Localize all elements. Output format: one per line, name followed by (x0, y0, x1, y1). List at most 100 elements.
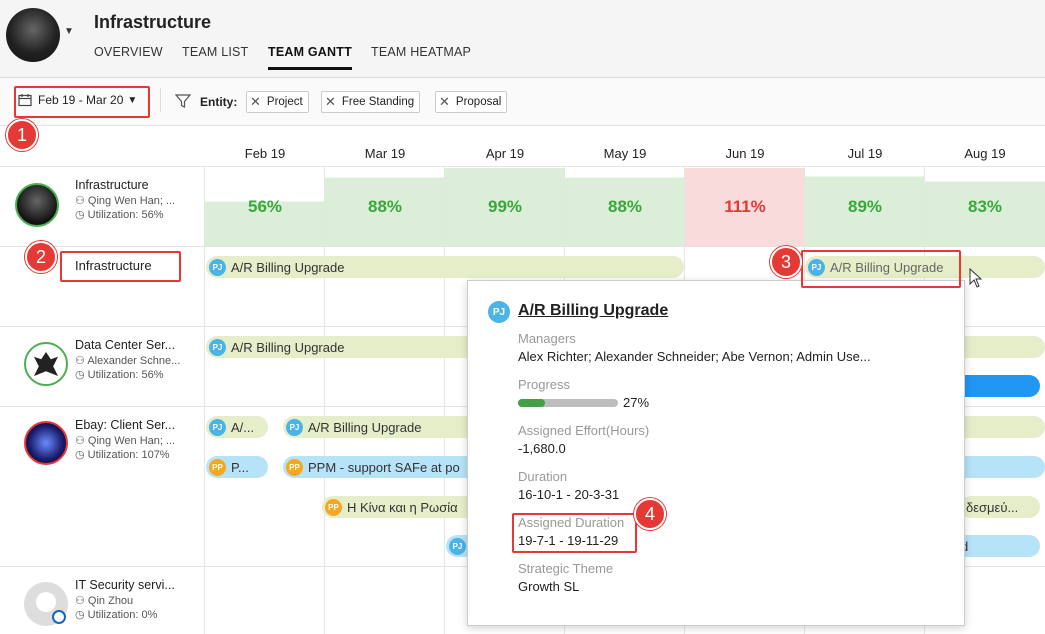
chevron-down-icon[interactable]: ▼ (64, 26, 74, 37)
person-icon: ⚇ (75, 595, 88, 607)
annotation-box (60, 251, 181, 282)
clock-icon: ◷ (75, 369, 88, 381)
tab-overview[interactable]: OVERVIEW (94, 45, 163, 67)
managers-value: Alex Richter; Alexander Schneider; Abe V… (518, 349, 871, 364)
utilization-cell: 111% (685, 168, 805, 246)
resource-utilization: ◷ Utilization: 56% (75, 209, 164, 221)
proposal-badge: PP (325, 498, 342, 516)
month-header: Jun 19 (725, 146, 765, 161)
annotation-box (512, 513, 637, 553)
annotation-badge: 1 (6, 119, 38, 151)
chip-label: Proposal (455, 96, 502, 108)
resource-utilization: ◷ Utilization: 0% (75, 609, 158, 621)
gantt-bar[interactable]: PJ A/R Billing Upgrade (206, 256, 684, 278)
divider (160, 88, 161, 112)
gantt-bar[interactable]: PP P... (206, 456, 268, 478)
progress-fill (518, 399, 545, 407)
resource-people: ⚇ Qin Zhou (75, 595, 134, 607)
bar-label: A/... (231, 419, 255, 435)
filter-icon[interactable] (175, 93, 191, 109)
project-badge: PJ (209, 418, 226, 436)
project-tooltip: PJ A/R Billing Upgrade Managers Alex Ric… (467, 280, 965, 626)
tooltip-title[interactable]: A/R Billing Upgrade (518, 302, 668, 320)
resource-name[interactable]: Ebay: Client Ser... (75, 418, 195, 432)
resource-people: ⚇ Qing Wen Han; ... (75, 435, 176, 447)
person-icon: ⚇ (75, 195, 88, 207)
grid-line (0, 246, 1045, 247)
clock-icon: ◷ (75, 609, 88, 621)
avatar[interactable] (15, 183, 59, 227)
progress-value: 27% (623, 395, 650, 410)
gantt-bar[interactable]: d (955, 535, 1040, 557)
chip-proposal[interactable]: ✕ Proposal (435, 91, 508, 113)
theme-value: Growth SL (518, 579, 580, 594)
month-header: Jul 19 (847, 146, 883, 161)
entity-label: Entity: (200, 95, 238, 109)
resource-utilization: ◷ Utilization: 107% (75, 449, 170, 461)
annotation-badge: 4 (634, 498, 666, 530)
bar-label: PPM - support SAFe at po (308, 459, 460, 475)
bar-label: Η Κίνα και η Ρωσία (347, 499, 458, 515)
month-header: Aug 19 (964, 146, 1006, 161)
month-header: May 19 (603, 146, 647, 161)
chip-free-standing[interactable]: ✕ Free Standing (321, 91, 421, 113)
month-header: Feb 19 (244, 146, 286, 161)
effort-label: Assigned Effort(Hours) (518, 423, 650, 438)
gantt-bar[interactable]: δεσμεύ... (960, 496, 1040, 518)
annotation-box (14, 86, 150, 118)
utilization-cell: 56% (205, 168, 325, 246)
utilization-cell: 88% (325, 168, 445, 246)
avatar[interactable] (24, 342, 68, 386)
tab-team-gantt[interactable]: TEAM GANTT (268, 45, 352, 70)
page-title: Infrastructure (94, 12, 212, 32)
grid-line (0, 166, 1045, 167)
close-icon[interactable]: ✕ (250, 94, 261, 110)
proposal-badge: PP (286, 458, 303, 476)
month-header: Apr 19 (485, 146, 525, 161)
person-icon: ⚇ (75, 355, 88, 367)
month-header: Mar 19 (364, 146, 406, 161)
filter-bar: Feb 19 - Mar 20 ▼ Entity: ✕ Project ✕ Free… (0, 78, 1045, 126)
clock-icon: ◷ (75, 209, 88, 221)
utilization-cell: 99% (445, 168, 565, 246)
tab-team-list[interactable]: TEAM LIST (182, 45, 248, 67)
bar-label: A/R Billing Upgrade (231, 339, 345, 355)
project-badge: PJ (286, 418, 303, 436)
resource-name[interactable]: Data Center Ser... (75, 338, 195, 352)
project-badge: PJ (449, 537, 466, 555)
utilization-cell: 83% (925, 168, 1045, 246)
chip-label: Free Standing (341, 96, 415, 108)
close-icon[interactable]: ✕ (325, 94, 336, 110)
annotation-box (801, 250, 961, 288)
project-badge: PJ (209, 338, 226, 356)
chip-project[interactable]: ✕ Project (246, 91, 309, 113)
utilization-cell: 89% (805, 168, 925, 246)
chip-label: Project (266, 96, 303, 108)
bar-label: δεσμεύ... (966, 499, 1019, 515)
annotation-badge: 3 (770, 246, 802, 278)
annotation-badge: 2 (25, 241, 57, 273)
project-badge: PJ (209, 258, 226, 276)
progress-label: Progress (518, 377, 571, 392)
gantt-bar[interactable]: PJ A/... (206, 416, 268, 438)
utilization-cell: 88% (565, 168, 685, 246)
resource-name[interactable]: IT Security servi... (75, 578, 195, 592)
bar-label: P... (231, 459, 249, 475)
grid-line (444, 167, 445, 634)
resource-name[interactable]: Infrastructure (75, 178, 195, 192)
effort-value: -1,680.0 (518, 441, 566, 456)
team-avatar[interactable] (6, 8, 60, 62)
cursor-icon (969, 268, 983, 288)
resource-utilization: ◷ Utilization: 56% (75, 369, 164, 381)
theme-label: Strategic Theme (518, 561, 614, 576)
close-icon[interactable]: ✕ (439, 94, 450, 110)
managers-label: Managers (518, 331, 576, 346)
person-icon: ⚇ (75, 435, 88, 447)
clock-icon: ◷ (75, 449, 88, 461)
tab-team-heatmap[interactable]: TEAM HEATMAP (371, 45, 471, 67)
bar-label: A/R Billing Upgrade (308, 419, 422, 435)
app-header: ▼ Infrastructure OVERVIEW TEAM LIST TEAM… (0, 0, 1045, 78)
project-badge: PJ (488, 301, 510, 323)
proposal-badge: PP (209, 458, 226, 476)
avatar[interactable] (24, 421, 68, 465)
